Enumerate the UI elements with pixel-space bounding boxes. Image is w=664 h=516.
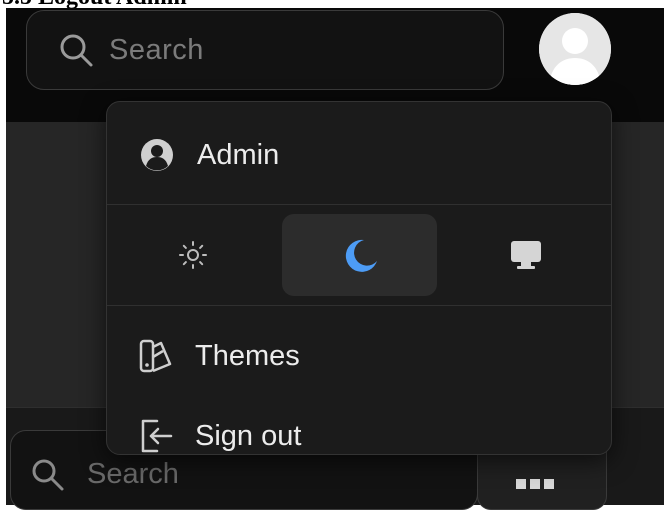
menu-divider [107, 204, 611, 205]
dark-mode-button[interactable] [282, 214, 437, 296]
system-mode-button[interactable] [448, 214, 603, 296]
light-mode-button[interactable] [115, 214, 270, 296]
sun-icon [178, 241, 207, 269]
user-avatar-icon [539, 13, 611, 85]
content-search-placeholder: Search [87, 458, 179, 490]
search-icon [32, 459, 64, 491]
search-icon [60, 34, 93, 67]
menu-user-row: Admin [107, 130, 611, 180]
theme-mode-switch [107, 214, 611, 296]
search-placeholder: Search [109, 33, 204, 66]
document-heading: 5.5 Logout Admin [2, 0, 302, 9]
search-field[interactable]: Search [26, 10, 504, 90]
menu-item-themes-label: Themes [195, 339, 300, 372]
menu-divider [107, 305, 611, 306]
user-circle-icon [141, 139, 173, 171]
menu-item-themes[interactable]: Themes [107, 331, 611, 381]
sign-out-icon [141, 419, 173, 453]
menu-user-name: Admin [197, 138, 280, 171]
user-avatar-button[interactable] [539, 13, 611, 85]
moon-icon [345, 239, 377, 272]
user-dropdown-menu: Admin Themes Sign out [106, 101, 612, 455]
menu-item-sign-out-label: Sign out [195, 419, 302, 452]
monitor-icon [510, 241, 541, 269]
menu-item-sign-out[interactable]: Sign out [107, 411, 611, 461]
swatches-icon [139, 339, 172, 373]
